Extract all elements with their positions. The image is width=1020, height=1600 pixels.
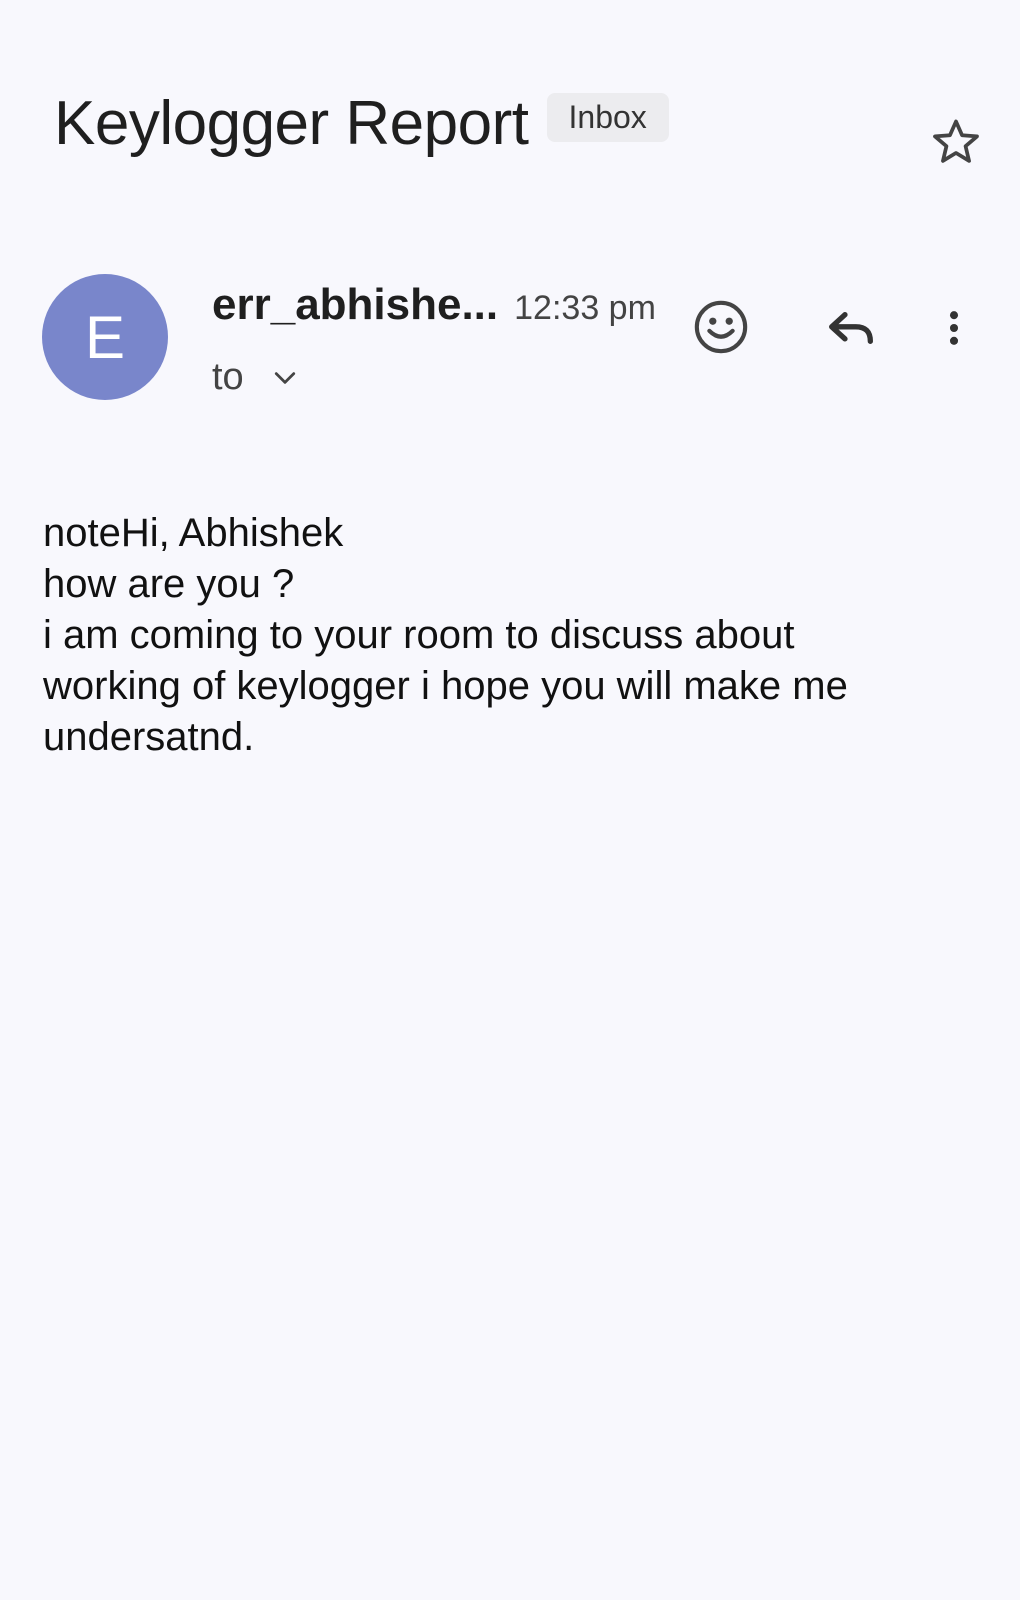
reply-icon[interactable] xyxy=(820,300,882,356)
email-subject: Keylogger Report xyxy=(54,89,529,158)
sender-name[interactable]: err_abhishe... xyxy=(212,280,498,330)
body-line: working of keylogger i hope you will mak… xyxy=(43,664,848,708)
body-line: undersatnd. xyxy=(43,715,255,759)
avatar-letter: E xyxy=(84,303,126,371)
email-view: Keylogger Report Inbox E err_abhishe... … xyxy=(0,0,1020,1600)
add-reaction-icon[interactable] xyxy=(690,296,752,358)
to-label: to xyxy=(212,356,244,398)
recipients-toggle[interactable]: to xyxy=(212,356,300,399)
sender-line: err_abhishe... 12:33 pm xyxy=(212,280,656,330)
body-line: i am coming to your room to discuss abou… xyxy=(43,613,795,657)
subject-row: Keylogger Report Inbox xyxy=(54,88,669,159)
body-line: how are you ? xyxy=(43,562,295,606)
sent-time: 12:33 pm xyxy=(514,289,656,327)
chevron-down-icon[interactable] xyxy=(270,363,300,393)
sender-avatar[interactable]: E xyxy=(42,274,168,400)
star-icon[interactable] xyxy=(928,114,984,170)
more-vert-icon[interactable] xyxy=(932,300,976,356)
inbox-label-chip[interactable]: Inbox xyxy=(546,93,669,142)
body-line: noteHi, Abhishek xyxy=(43,511,344,555)
email-body: noteHi, Abhishek how are you ? i am comi… xyxy=(43,508,983,763)
